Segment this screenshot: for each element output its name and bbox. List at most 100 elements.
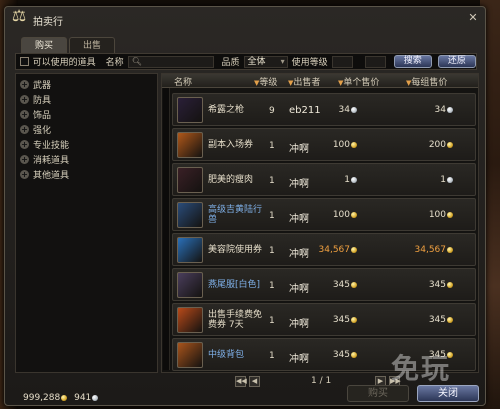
category-label: 消耗道具 [33,156,70,166]
expand-icon: + [20,140,29,149]
listing-row[interactable]: 副本入场券 1 冲啊 100 200 [172,128,476,161]
close-icon[interactable]: ✕ [467,12,479,24]
group-price-value: 1 [440,175,446,185]
listing-header: 名称 ▼等级 ▼出售者 ▼单个售价 ▼每组售价 [162,74,478,88]
col-seller[interactable]: ▼出售者 [288,75,320,88]
group-price: 200 [429,140,453,150]
tab-bar: 购买 出售 [21,37,115,53]
grade-select[interactable]: 全体 ▾ [243,55,288,68]
unit-price-value: 100 [332,140,350,150]
buy-button[interactable]: 购买 [347,385,409,402]
category-weapons[interactable]: + 武器 [16,77,157,92]
silver-coin-icon [351,106,357,113]
category-consumables[interactable]: + 消耗道具 [16,152,157,167]
item-name: 美容院使用券 [208,244,263,255]
group-price: 1 [440,175,453,185]
name-search-input[interactable]: 🔍︎ [127,55,214,68]
category-professions[interactable]: + 专业技能 [16,137,157,152]
item-seller: 冲啊 [289,319,309,330]
scales-icon: ⚖ [11,5,27,25]
chevron-down-icon: ▾ [280,56,285,66]
category-misc[interactable]: + 其他道具 [16,167,157,182]
listing-row[interactable]: 出售手续费免费券 7天 1 冲啊 345 345 [172,303,476,336]
gold-coin-icon [351,141,357,148]
item-level: 1 [269,351,275,361]
gold-coin-icon [447,281,453,288]
unit-price-value: 345 [332,280,350,290]
unit-price: 100 [333,210,357,220]
item-seller: eb211 [289,105,321,116]
filter-bar: 可以使用的道具 名称 🔍︎ 品质 全体 ▾ 使用等级 搜索 还原 [15,53,477,70]
grade-label: 品质 [221,58,240,68]
unit-price-value: 100 [332,210,350,220]
unit-price-value: 345 [332,350,350,360]
search-button[interactable]: 搜索 [393,55,432,68]
item-seller: 冲啊 [289,249,309,260]
reset-button[interactable]: 还原 [437,55,476,68]
grade-value: 全体 [247,56,266,67]
item-seller: 冲啊 [289,354,309,365]
item-name: 肥美的瘦肉 [208,174,254,185]
close-button[interactable]: 关闭 [417,385,479,402]
listing-row[interactable]: 肥美的瘦肉 1 冲啊 1 1 [172,163,476,196]
listing-row[interactable]: 高级吉黄陆行兽 1 冲啊 100 100 [172,198,476,231]
expand-icon: + [20,155,29,164]
titlebar: ⚖ 拍卖行 ✕ [5,6,485,29]
scissors-ticket-icon [177,237,203,263]
item-name: 出售手续费免费券 7天 [208,309,263,330]
usable-items-checkbox[interactable] [20,57,29,66]
auction-window: ⚖ 拍卖行 ✕ 购买 出售 可以使用的道具 名称 🔍︎ 品质 全体 ▾ 使用等级… [4,6,486,406]
expand-icon: + [20,125,29,134]
item-name: 希露之枪 [208,104,245,115]
col-unit-price[interactable]: ▼单个售价 [338,75,379,88]
gold-coin-icon [447,246,453,253]
mount-icon [177,202,203,228]
item-seller: 冲啊 [289,284,309,295]
level-max-input[interactable] [364,55,386,68]
category-label: 其他道具 [33,171,70,181]
first-page-button[interactable]: ◀◀ [235,376,247,387]
unit-price: 345 [333,350,357,360]
unit-price: 34 [339,105,357,115]
ticket-icon [177,132,203,158]
listing-row[interactable]: 希露之枪 9 eb211 34 34 [172,93,476,126]
gold-coin-icon [351,351,357,358]
gold-coin-icon [447,316,453,323]
gold-coin-icon [447,141,453,148]
category-accessories[interactable]: + 饰品 [16,107,157,122]
col-group-price[interactable]: ▼每组售价 [406,75,447,88]
item-level: 1 [269,141,275,151]
item-seller: 冲啊 [289,144,309,155]
col-level[interactable]: ▼等级 [254,75,277,88]
listing-row[interactable]: 燕尾服[白色] 1 冲啊 345 345 [172,268,476,301]
unit-price: 345 [333,280,357,290]
tab-buy[interactable]: 购买 [21,37,67,53]
level-min-input[interactable] [331,55,353,68]
category-armor[interactable]: + 防具 [16,92,157,107]
item-seller: 冲啊 [289,179,309,190]
unit-price-value: 34,567 [318,245,351,255]
prev-page-button[interactable]: ◀ [249,376,260,387]
listing-row[interactable]: 美容院使用券 1 冲啊 34,567 34,567 [172,233,476,266]
silver-coin-icon [351,176,357,183]
col-seller-label: 出售者 [293,78,321,88]
item-level: 1 [269,211,275,221]
tab-sell[interactable]: 出售 [69,37,115,53]
list-scrollbar[interactable] [163,88,170,370]
name-label: 名称 [105,58,124,68]
category-enhance[interactable]: + 强化 [16,122,157,137]
col-name[interactable]: 名称 [174,75,192,88]
page-indicator: 1 / 1 [311,376,332,386]
expand-icon: + [20,80,29,89]
gold-coin-icon [351,281,357,288]
silver-amount: 941 [74,393,92,403]
gold-coin-icon [447,211,453,218]
col-unit-price-label: 单个售价 [343,78,380,88]
unit-price: 1 [344,175,357,185]
group-price: 34 [435,105,453,115]
gold-coin-icon [351,316,357,323]
watermark-logo: 免玩 [391,352,452,385]
coupon-icon [177,307,203,333]
silver-coin-icon [92,394,99,401]
search-icon: 🔍︎ [131,56,142,66]
